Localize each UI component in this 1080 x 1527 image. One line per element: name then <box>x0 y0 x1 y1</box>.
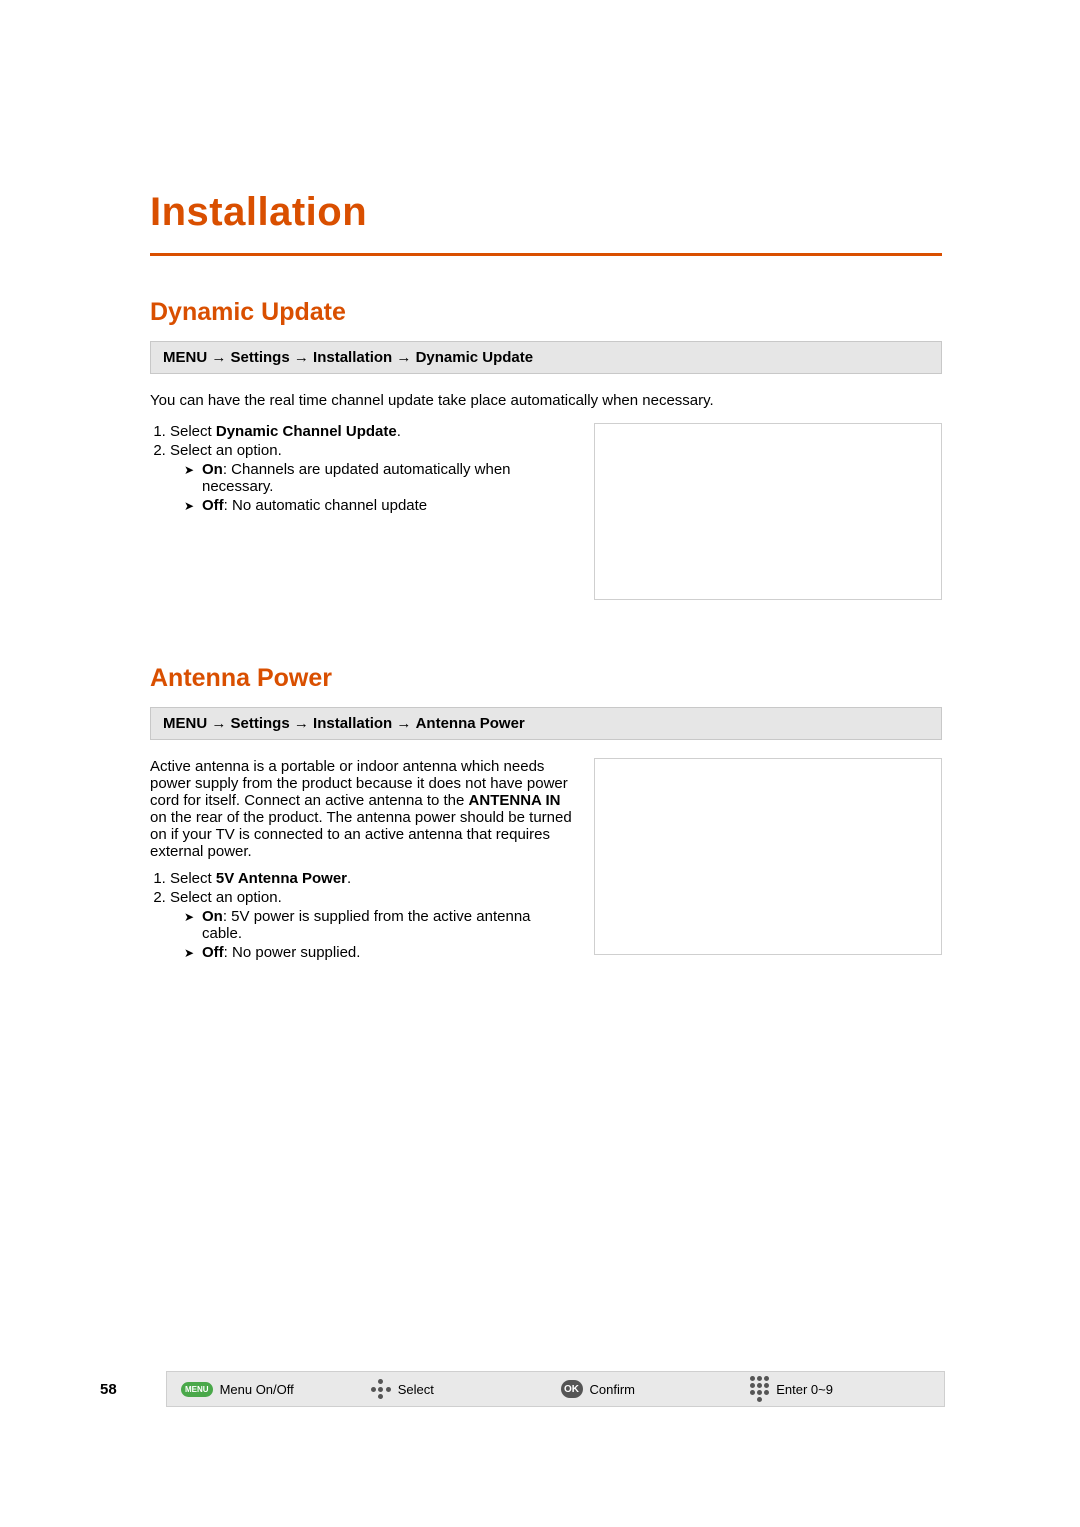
section2-steps: Select 5V Antenna Power. Select an optio… <box>150 870 574 961</box>
step-text: Select an option. <box>170 889 282 906</box>
section-dynamic-update: Dynamic Update <box>150 298 942 327</box>
hint-label: Confirm <box>590 1382 636 1397</box>
step-bold: Dynamic Channel Update <box>216 423 397 440</box>
ok-icon: OK <box>561 1380 583 1398</box>
para-text: on the rear of the product. The antenna … <box>150 809 572 860</box>
step-bold: 5V Antenna Power <box>216 870 347 887</box>
section1-steps: Select Dynamic Channel Update. Select an… <box>150 423 574 514</box>
hint-enter: Enter 0~9 <box>750 1376 930 1402</box>
option-desc: : No power supplied. <box>224 944 361 961</box>
arrow-icon: → <box>207 349 230 366</box>
nav-installation: Installation <box>313 715 392 732</box>
section2-lead: Active antenna is a portable or indoor a… <box>150 758 574 860</box>
screenshot-placeholder <box>594 758 942 955</box>
remote-hint-bar: MENU Menu On/Off Select OK Confirm Enter… <box>166 1371 945 1407</box>
breadcrumb: MENU → Settings → Installation → Antenna… <box>150 707 942 740</box>
option-desc: : Channels are updated automatically whe… <box>202 461 511 495</box>
nav-menu: MENU <box>163 349 207 366</box>
option-label: Off <box>202 944 224 961</box>
step-text: Select <box>170 870 216 887</box>
option-label: On <box>202 908 223 925</box>
para-bold: ANTENNA IN <box>469 792 561 809</box>
option-label: Off <box>202 497 224 514</box>
step: Select 5V Antenna Power. <box>170 870 574 887</box>
nav-settings: Settings <box>231 349 290 366</box>
keypad-icon <box>750 1376 769 1402</box>
step: Select an option. On: 5V power is suppli… <box>170 889 574 961</box>
screenshot-placeholder <box>594 423 942 600</box>
menu-icon: MENU <box>181 1382 213 1397</box>
step: Select Dynamic Channel Update. <box>170 423 574 440</box>
step-text: Select an option. <box>170 442 282 459</box>
arrow-icon: → <box>392 349 415 366</box>
option-label: On <box>202 461 223 478</box>
hint-select: Select <box>371 1379 551 1399</box>
hint-label: Enter 0~9 <box>776 1382 833 1397</box>
arrow-icon: → <box>290 715 313 732</box>
hint-confirm: OK Confirm <box>561 1380 741 1398</box>
option-desc: : No automatic channel update <box>224 497 427 514</box>
option-off: Off: No power supplied. <box>184 944 574 961</box>
nav-menu: MENU <box>163 715 207 732</box>
page-footer: 58 MENU Menu On/Off Select OK Confirm En… <box>100 1371 945 1407</box>
nav-installation: Installation <box>313 349 392 366</box>
section-antenna-power: Antenna Power <box>150 664 942 693</box>
nav-antenna-power: Antenna Power <box>416 715 525 732</box>
step-text: . <box>397 423 401 440</box>
hint-label: Menu On/Off <box>220 1382 294 1397</box>
section1-lead: You can have the real time channel updat… <box>150 392 942 409</box>
option-off: Off: No automatic channel update <box>184 497 574 514</box>
nav-dynamic-update: Dynamic Update <box>416 349 534 366</box>
hint-label: Select <box>398 1382 434 1397</box>
option-on: On: 5V power is supplied from the active… <box>184 908 574 942</box>
chapter-title: Installation <box>150 190 942 235</box>
hint-menu: MENU Menu On/Off <box>181 1382 361 1397</box>
nav-settings: Settings <box>231 715 290 732</box>
page-number: 58 <box>100 1381 140 1398</box>
step: Select an option. On: Channels are updat… <box>170 442 574 514</box>
chapter-rule <box>150 253 942 256</box>
option-on: On: Channels are updated automatically w… <box>184 461 574 495</box>
breadcrumb: MENU → Settings → Installation → Dynamic… <box>150 341 942 374</box>
arrow-icon: → <box>207 715 230 732</box>
arrow-icon: → <box>290 349 313 366</box>
dpad-icon <box>371 1379 391 1399</box>
step-text: Select <box>170 423 216 440</box>
step-text: . <box>347 870 351 887</box>
arrow-icon: → <box>392 715 415 732</box>
option-desc: : 5V power is supplied from the active a… <box>202 908 531 942</box>
